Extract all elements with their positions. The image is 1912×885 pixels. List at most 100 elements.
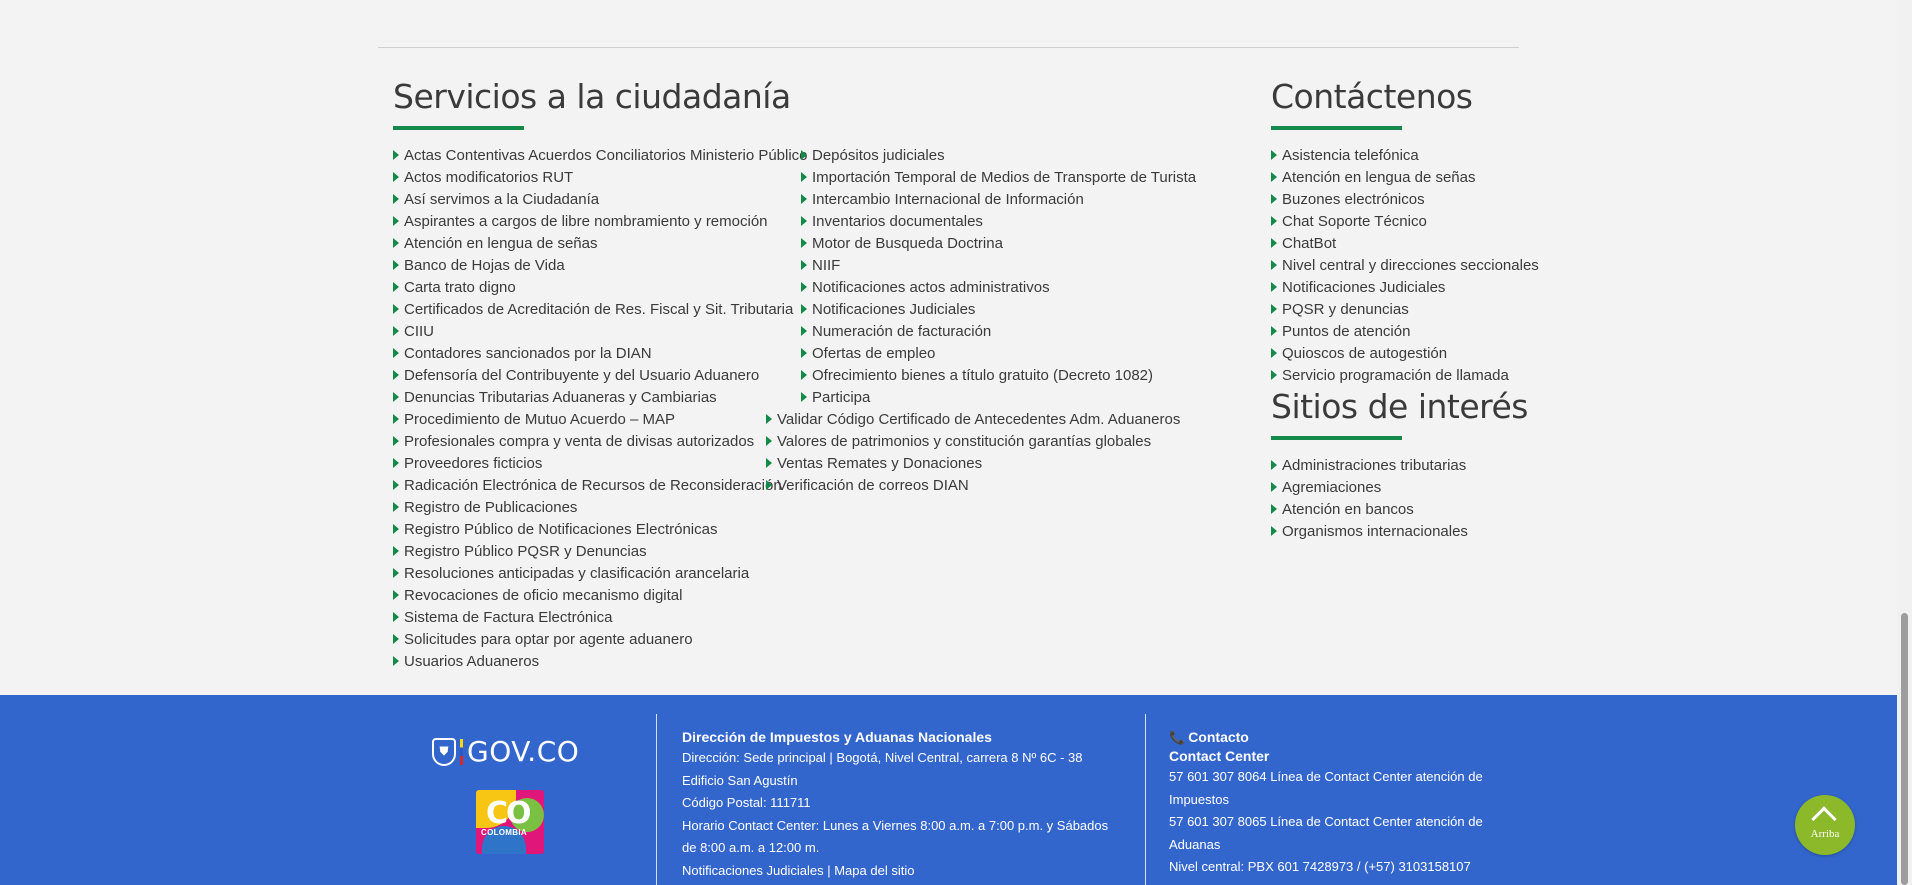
servicios-link[interactable]: CIIU [393,320,808,342]
contactenos-link[interactable]: Atención en lengua de señas [1271,166,1539,188]
servicios-link[interactable]: Notificaciones actos administrativos [801,276,1196,298]
green-arrow-icon [801,348,807,358]
colombia-logo-co: CO [486,796,532,831]
colombia-brand-logo[interactable]: CO COLOMBIA [476,790,544,854]
servicios-link[interactable]: Registro de Publicaciones [393,496,808,518]
green-arrow-icon [801,150,807,160]
servicios-link[interactable]: Actos modificatorios RUT [393,166,808,188]
green-arrow-icon [393,304,399,314]
sitios-title-underline [1271,436,1402,440]
green-arrow-icon [393,546,399,556]
servicios-link[interactable]: Banco de Hojas de Vida [393,254,808,276]
green-arrow-icon [393,436,399,446]
contact-info: 📞 Contacto Contact Center 57 601 307 8064… [1169,728,1483,879]
contact-line: Impuestos [1169,791,1229,807]
contactenos-link[interactable]: ChatBot [1271,232,1539,254]
servicios-link[interactable]: Numeración de facturación [801,320,1196,342]
contactenos-link[interactable]: Servicio programación de llamada [1271,364,1539,386]
servicios-link-label: Revocaciones de oficio mecanismo digital [404,586,683,604]
servicios-link[interactable]: Contadores sancionados por la DIAN [393,342,808,364]
servicios-link[interactable]: Valores de patrimonios y constitución ga… [766,430,1180,452]
green-arrow-icon [393,612,399,622]
servicios-link[interactable]: Atención en lengua de señas [393,232,808,254]
green-arrow-icon [801,282,807,292]
servicios-link-label: Contadores sancionados por la DIAN [404,344,652,362]
entity-line: Dirección: Sede principal | Bogotá, Nive… [682,750,1083,765]
servicios-link[interactable]: Actas Contentivas Acuerdos Conciliatorio… [393,144,808,166]
page-scrollbar[interactable] [1897,0,1912,885]
green-arrow-icon [801,260,807,270]
servicios-link[interactable]: Procedimiento de Mutuo Acuerdo – MAP [393,408,808,430]
servicios-link[interactable]: Verificación de correos DIAN [766,474,1180,496]
top-divider [378,47,1519,48]
scrollbar-thumb[interactable] [1901,613,1908,885]
servicios-link[interactable]: Aspirantes a cargos de libre nombramient… [393,210,808,232]
contactenos-link[interactable]: Notificaciones Judiciales [1271,276,1539,298]
green-arrow-icon [393,238,399,248]
sitios-link[interactable]: Atención en bancos [1271,498,1468,520]
servicios-link[interactable]: Inventarios documentales [801,210,1196,232]
green-arrow-icon [393,392,399,402]
servicios-link-label: Notificaciones actos administrativos [812,278,1050,296]
servicios-link[interactable]: Solicitudes para optar por agente aduane… [393,628,808,650]
green-arrow-icon [801,194,807,204]
green-arrow-icon [801,304,807,314]
govco-logo[interactable]: ⛊ GOV.CO [432,735,579,768]
contact-center-heading: Contact Center [1169,748,1270,764]
servicios-link[interactable]: Participa [801,386,1196,408]
green-arrow-icon [801,172,807,182]
servicios-link-label: Actos modificatorios RUT [404,168,574,186]
servicios-link[interactable]: Denuncias Tributarias Aduaneras y Cambia… [393,386,808,408]
servicios-link[interactable]: Ventas Remates y Donaciones [766,452,1180,474]
sitios-link-label: Agremiaciones [1282,478,1382,496]
sitios-link[interactable]: Administraciones tributarias [1271,454,1468,476]
servicios-link[interactable]: Profesionales compra y venta de divisas … [393,430,808,452]
servicios-link[interactable]: Sistema de Factura Electrónica [393,606,808,628]
servicios-link[interactable]: Usuarios Aduaneros [393,650,808,672]
contactenos-link[interactable]: Buzones electrónicos [1271,188,1539,210]
servicios-link[interactable]: Defensoría del Contribuyente y del Usuar… [393,364,808,386]
contactenos-link-label: Nivel central y direcciones seccionales [1282,256,1539,274]
contactenos-link-label: Asistencia telefónica [1282,146,1419,164]
servicios-link[interactable]: Registro Público de Notificaciones Elect… [393,518,808,540]
servicios-link[interactable]: Revocaciones de oficio mecanismo digital [393,584,808,606]
back-to-top-button[interactable]: Arriba [1795,795,1855,855]
sitios-link[interactable]: Organismos internacionales [1271,520,1468,542]
servicios-link[interactable]: Ofrecimiento bienes a título gratuito (D… [801,364,1196,386]
servicios-link[interactable]: Registro Público PQSR y Denuncias [393,540,808,562]
servicios-link[interactable]: Motor de Busqueda Doctrina [801,232,1196,254]
contactenos-link-label: Quioscos de autogestión [1282,344,1448,362]
contactenos-link[interactable]: Quioscos de autogestión [1271,342,1539,364]
contactenos-link[interactable]: Nivel central y direcciones seccionales [1271,254,1539,276]
servicios-link-label: Motor de Busqueda Doctrina [812,234,1003,252]
servicios-link[interactable]: Intercambio Internacional de Información [801,188,1196,210]
servicios-link-label: Carta trato digno [404,278,516,296]
servicios-link[interactable]: Validar Código Certificado de Antecedent… [766,408,1180,430]
servicios-link[interactable]: Radicación Electrónica de Recursos de Re… [393,474,808,496]
entity-line: Notificaciones Judiciales | Mapa del sit… [682,862,915,878]
servicios-list-col3: Validar Código Certificado de Antecedent… [766,408,1180,496]
servicios-link[interactable]: Resoluciones anticipadas y clasificación… [393,562,808,584]
servicios-link[interactable]: Proveedores ficticios [393,452,808,474]
contactenos-link[interactable]: Asistencia telefónica [1271,144,1539,166]
green-arrow-icon [801,326,807,336]
contactenos-link[interactable]: PQSR y denuncias [1271,298,1539,320]
servicios-link[interactable]: Carta trato digno [393,276,808,298]
servicios-link-label: Inventarios documentales [812,212,983,230]
servicios-link[interactable]: Así servimos a la Ciudadanía [393,188,808,210]
servicios-link[interactable]: NIIF [801,254,1196,276]
sitios-link-label: Organismos internacionales [1282,522,1468,540]
contactenos-link[interactable]: Puntos de atención [1271,320,1539,342]
colombia-logo-word: COLOMBIA [481,828,527,837]
servicios-link[interactable]: Importación Temporal de Medios de Transp… [801,166,1196,188]
servicios-link[interactable]: Certificados de Acreditación de Res. Fis… [393,298,808,320]
sitios-link[interactable]: Agremiaciones [1271,476,1468,498]
servicios-link[interactable]: Ofertas de empleo [801,342,1196,364]
green-arrow-icon [1271,150,1277,160]
contactenos-link[interactable]: Chat Soporte Técnico [1271,210,1539,232]
servicios-link[interactable]: Notificaciones Judiciales [801,298,1196,320]
contactenos-link-label: Notificaciones Judiciales [1282,278,1446,296]
servicios-link[interactable]: Depósitos judiciales [801,144,1196,166]
green-arrow-icon [801,216,807,226]
servicios-link-label: Depósitos judiciales [812,146,945,164]
